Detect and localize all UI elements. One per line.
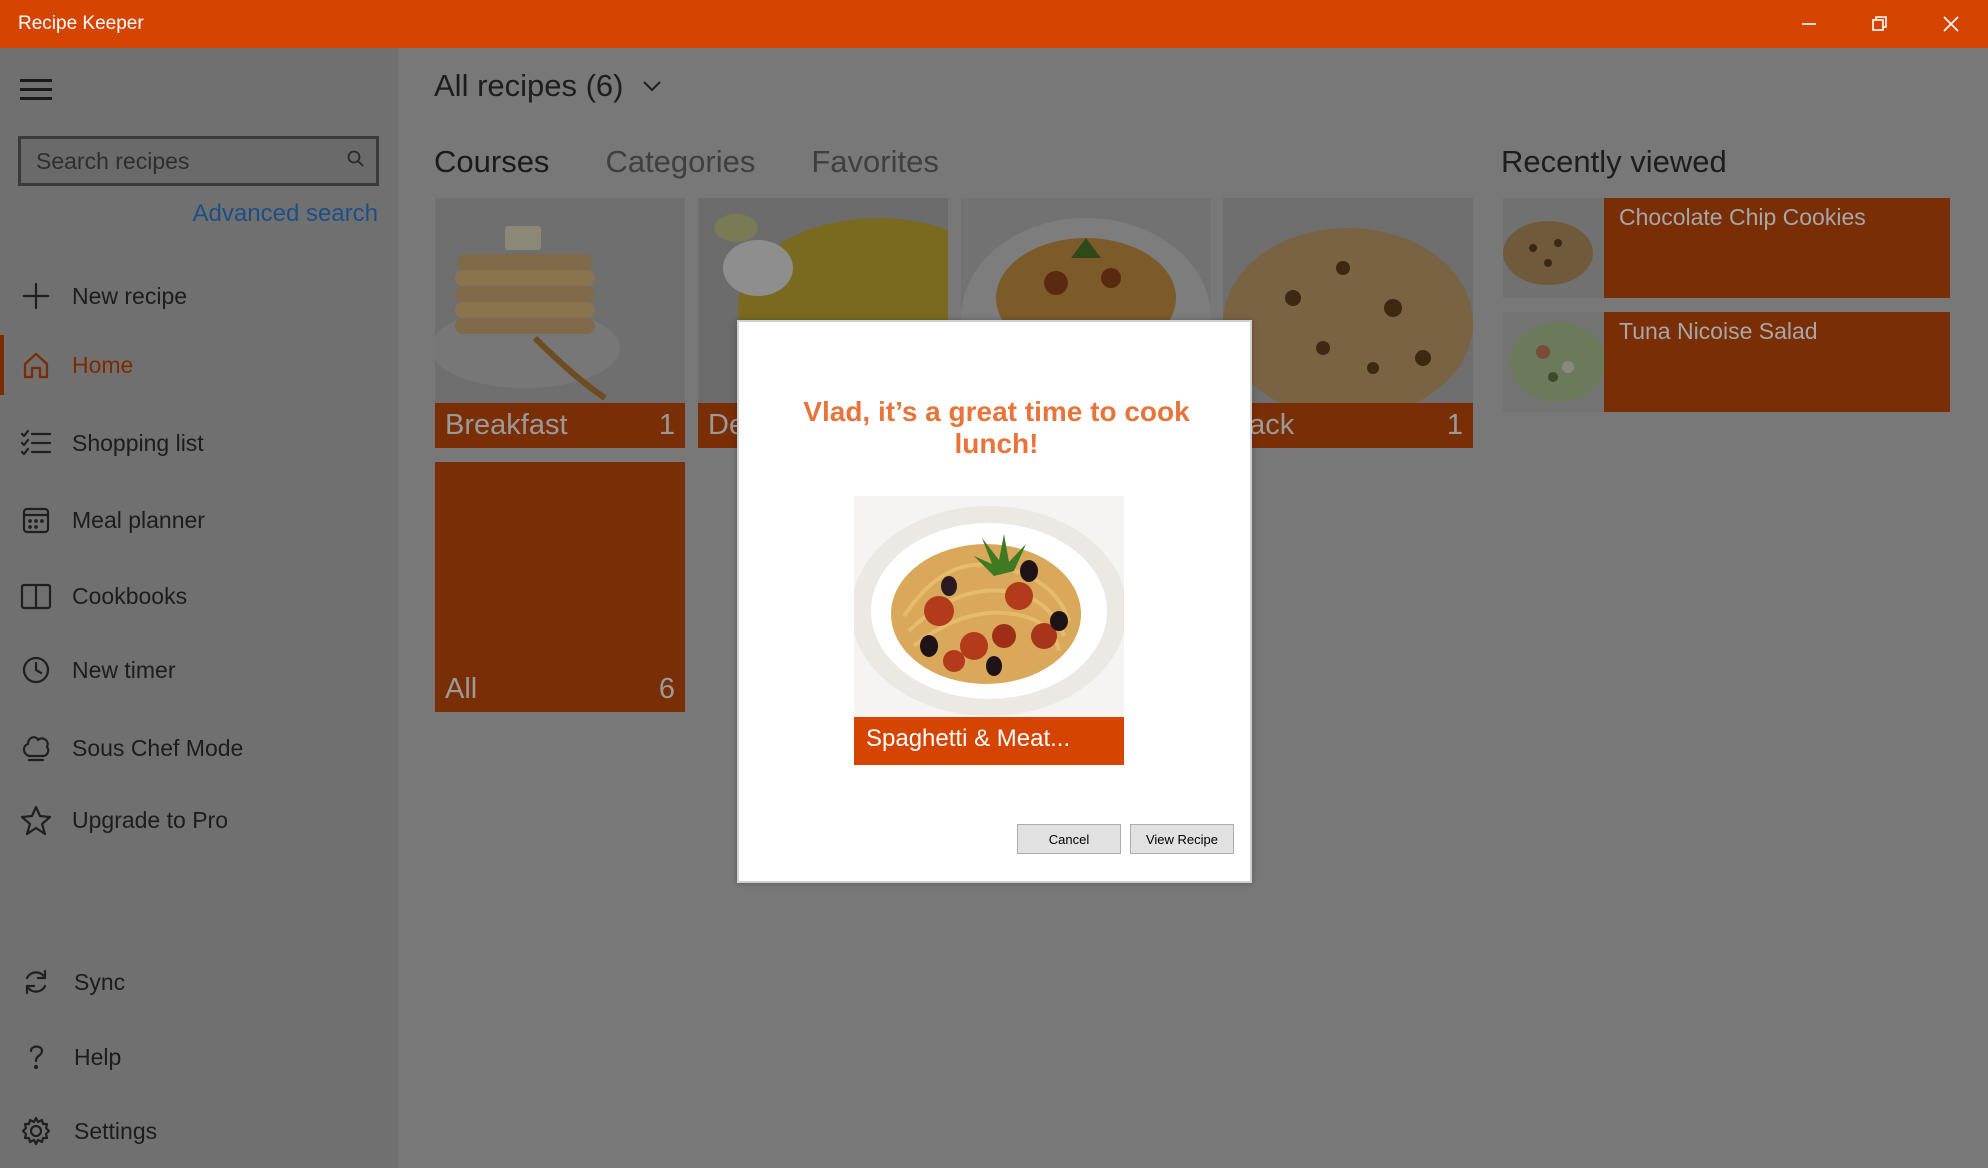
- tile-count: 1: [658, 409, 675, 441]
- chef-hat-icon: [18, 730, 54, 766]
- clock-icon: [18, 652, 54, 688]
- nav-label: New timer: [72, 656, 176, 683]
- nav-label: New recipe: [72, 282, 188, 309]
- recent-recipe-item[interactable]: Tuna Nicoise Salad: [1503, 312, 1950, 412]
- checklist-icon: [18, 425, 54, 461]
- nav-settings[interactable]: Settings: [0, 1101, 398, 1161]
- nav-cookbooks[interactable]: Cookbooks: [0, 566, 398, 626]
- tile-count: 6: [658, 673, 675, 705]
- nav-label: Meal planner: [72, 506, 205, 533]
- nav-help[interactable]: Help: [0, 1027, 398, 1087]
- minimize-icon: [1802, 23, 1816, 25]
- nav-label: Help: [74, 1043, 122, 1070]
- nav-label: Cookbooks: [72, 582, 188, 609]
- nav-label: Shopping list: [72, 429, 204, 456]
- recently-viewed-title: Recently viewed: [1501, 144, 1727, 179]
- app-title: Recipe Keeper: [18, 13, 144, 34]
- nav-meal-planner[interactable]: Meal planner: [0, 490, 398, 550]
- tab-categories[interactable]: Categories: [605, 144, 755, 180]
- advanced-search-link[interactable]: Advanced search: [193, 200, 378, 228]
- nav-label: Sous Chef Mode: [72, 734, 244, 761]
- nav-upgrade-to-pro[interactable]: Upgrade to Pro: [0, 790, 398, 850]
- suggested-recipe-card[interactable]: Spaghetti & Meat...: [854, 496, 1124, 765]
- recent-recipe-item[interactable]: Chocolate Chip Cookies: [1503, 198, 1950, 298]
- search-box: [18, 136, 379, 186]
- nav-home[interactable]: Home: [0, 335, 398, 395]
- nav-sous-chef-mode[interactable]: Sous Chef Mode: [0, 718, 398, 778]
- recent-recipe-thumbnail: [1503, 198, 1604, 298]
- nav-new-recipe[interactable]: New recipe: [0, 266, 398, 326]
- title-bar: Recipe Keeper: [0, 0, 1988, 48]
- nav-label: Upgrade to Pro: [72, 806, 228, 833]
- recipe-filter-label: All recipes (6): [434, 68, 624, 103]
- calendar-icon: [18, 502, 54, 538]
- spaghetti-image: [854, 496, 1124, 718]
- tile-count: 1: [1446, 409, 1463, 441]
- home-icon: [18, 347, 54, 383]
- search-input[interactable]: [21, 139, 331, 183]
- nav-label: Home: [72, 351, 134, 378]
- sync-icon: [18, 964, 54, 1000]
- close-window-button[interactable]: [1916, 0, 1986, 48]
- nav-new-timer[interactable]: New timer: [0, 640, 398, 700]
- restore-button[interactable]: [1845, 0, 1915, 48]
- search-icon[interactable]: [346, 149, 366, 169]
- help-icon: [18, 1039, 54, 1075]
- close-icon: [1943, 16, 1959, 32]
- hamburger-menu-button[interactable]: [18, 74, 58, 108]
- tab-favorites[interactable]: Favorites: [811, 144, 938, 180]
- suggested-recipe-name: Spaghetti & Meat...: [854, 717, 1124, 765]
- tabs: Courses Categories Favorites: [434, 144, 995, 180]
- nav-shopping-list[interactable]: Shopping list: [0, 413, 398, 473]
- course-tile-snack[interactable]: nack 1: [1223, 198, 1473, 448]
- minimize-button[interactable]: [1774, 0, 1844, 48]
- recent-recipe-name: Tuna Nicoise Salad: [1604, 312, 1950, 412]
- recent-recipe-thumbnail: [1503, 312, 1604, 412]
- course-tile-all[interactable]: All 6: [435, 462, 685, 712]
- plus-icon: [18, 278, 54, 314]
- meal-suggestion-dialog: Vlad, it’s a great time to cook lunch! S…: [737, 320, 1252, 883]
- chevron-down-icon: [642, 81, 661, 92]
- book-icon: [18, 578, 54, 614]
- tile-caption: Breakfast 1: [435, 403, 685, 448]
- cancel-button[interactable]: Cancel: [1017, 824, 1121, 854]
- star-icon: [18, 802, 54, 838]
- nav-sync[interactable]: Sync: [0, 952, 398, 1012]
- view-recipe-button[interactable]: View Recipe: [1130, 824, 1234, 854]
- tile-caption: nack 1: [1223, 403, 1473, 448]
- recipe-filter-dropdown[interactable]: All recipes (6): [434, 68, 662, 104]
- tab-courses[interactable]: Courses: [434, 144, 549, 180]
- tile-caption: All 6: [435, 667, 685, 712]
- nav-label: Settings: [74, 1117, 158, 1144]
- gear-icon: [18, 1113, 54, 1149]
- tile-label: Breakfast: [445, 409, 568, 441]
- tile-label: All: [445, 673, 478, 705]
- dialog-heading: Vlad, it’s a great time to cook lunch!: [803, 396, 1190, 459]
- recent-recipe-name: Chocolate Chip Cookies: [1604, 198, 1950, 298]
- restore-icon: [1872, 16, 1887, 31]
- course-tile-breakfast[interactable]: Breakfast 1: [435, 198, 685, 448]
- sidebar: Advanced search New recipe Home Shopping…: [0, 48, 398, 1168]
- nav-label: Sync: [74, 968, 126, 995]
